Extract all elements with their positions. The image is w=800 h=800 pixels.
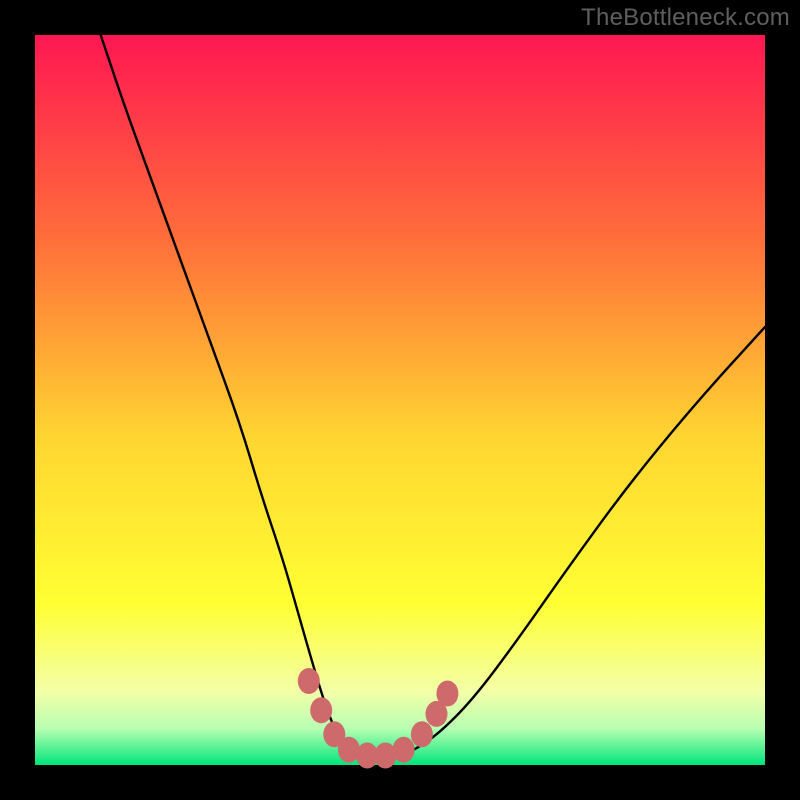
bottleneck-chart	[0, 0, 800, 800]
marker-blob	[310, 697, 332, 723]
marker-blob	[411, 721, 433, 747]
marker-blob	[298, 668, 320, 694]
chart-frame: TheBottleneck.com	[0, 0, 800, 800]
marker-blob	[436, 681, 458, 707]
marker-blob	[393, 737, 415, 763]
plot-background	[35, 35, 765, 765]
watermark-label: TheBottleneck.com	[581, 4, 790, 32]
